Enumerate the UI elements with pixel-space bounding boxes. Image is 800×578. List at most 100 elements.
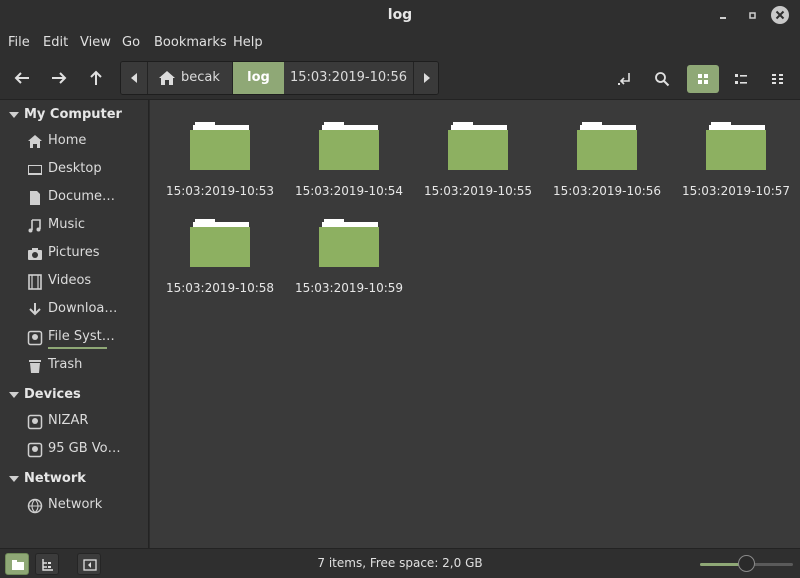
menu-bookmarks[interactable]: Bookmarks [154, 35, 227, 50]
sidebar-item-label: Trash [48, 357, 83, 372]
sidebar-item-label: File Syst… [48, 329, 115, 344]
folder-item[interactable]: 15:03:2019-10:54 [286, 106, 412, 198]
zoom-slider-handle[interactable] [738, 555, 755, 572]
sidebar-item-music[interactable]: Music [0, 212, 149, 240]
trash-icon [29, 360, 41, 373]
triangle-left-icon [131, 73, 137, 83]
film-icon [28, 274, 42, 290]
menu-view[interactable]: View [80, 35, 111, 50]
triangle-right-icon [424, 73, 430, 83]
sidebar-item-label: Network [48, 497, 103, 512]
compact-list-icon [772, 74, 783, 84]
expander-down-icon [9, 112, 19, 118]
list-view-button[interactable] [725, 65, 757, 93]
minimize-icon [720, 17, 726, 19]
folder-item[interactable]: 15:03:2019-10:56 [544, 106, 670, 198]
section-label: My Computer [24, 107, 122, 122]
path-crumb-next[interactable]: 15:03:2019-10:56 [284, 62, 413, 94]
file-view: 15:03:2019-10:53 15:03:2019-10:54 15:03:… [150, 100, 800, 548]
window-title: log [387, 7, 413, 23]
folder-item[interactable]: 15:03:2019-10:53 [157, 106, 283, 198]
title-bar: log [0, 0, 800, 31]
sidebar-item-label: 95 GB Vo… [48, 441, 121, 456]
icon-view-button[interactable] [687, 65, 719, 93]
folder-name: 15:03:2019-10:55 [423, 184, 533, 198]
sidebar-item-home[interactable]: Home [0, 128, 149, 156]
path-bar: becak log 15:03:2019-10:56 [120, 61, 439, 95]
sidebar-item-documents[interactable]: Docume… [0, 184, 149, 212]
close-icon [775, 10, 785, 20]
drive-icon [27, 330, 43, 346]
network-icon [27, 498, 43, 514]
status-bar: 7 items, Free space: 2,0 GB [0, 548, 800, 578]
section-label: Devices [24, 387, 81, 402]
compact-view-button[interactable] [762, 65, 794, 93]
sidebar-item-videos[interactable]: Videos [0, 268, 149, 296]
arrow-left-icon [14, 72, 29, 84]
minimize-button[interactable] [714, 6, 732, 24]
maximize-icon [749, 12, 756, 19]
sidebar-item-label: Home [48, 133, 87, 148]
folder-item[interactable]: 15:03:2019-10:58 [157, 203, 283, 295]
path-crumb-current[interactable]: log [233, 62, 284, 94]
forward-button[interactable] [47, 65, 71, 91]
menu-bar: File Edit View Go Bookmarks Help [0, 31, 800, 56]
folder-icon [448, 122, 508, 170]
path-scroll-right-button[interactable] [413, 62, 438, 94]
disk-usage-bar [48, 347, 107, 349]
folder-icon [190, 122, 250, 170]
menu-edit[interactable]: Edit [43, 35, 68, 50]
sidebar-section-network[interactable]: Network [0, 467, 149, 491]
sidebar-item-label: Music [48, 217, 85, 232]
folder-name: 15:03:2019-10:53 [165, 184, 275, 198]
folder-name: 15:03:2019-10:56 [552, 184, 662, 198]
music-icon [28, 219, 41, 233]
document-icon [30, 191, 40, 205]
menu-file[interactable]: File [8, 35, 30, 50]
sidebar-item-nizar[interactable]: NIZAR [0, 408, 149, 436]
sidebar: My Computer Home Desktop Docume… Music P… [0, 100, 149, 548]
close-button[interactable] [771, 6, 789, 24]
camera-icon [28, 248, 42, 260]
menu-go[interactable]: Go [122, 35, 140, 50]
section-label: Network [24, 471, 86, 486]
sidebar-section-devices[interactable]: Devices [0, 383, 149, 407]
up-button[interactable] [84, 65, 108, 91]
sidebar-item-label: Docume… [48, 189, 116, 204]
search-button[interactable] [646, 65, 678, 93]
sidebar-item-volume[interactable]: 95 GB Vo… [0, 436, 149, 464]
toggle-location-button[interactable] [609, 65, 641, 93]
folder-icon [190, 219, 250, 267]
maximize-button[interactable] [744, 6, 762, 24]
grid-icon [698, 74, 708, 84]
sidebar-item-label: Videos [48, 273, 92, 288]
folder-item[interactable]: 15:03:2019-10:59 [286, 203, 412, 295]
sidebar-item-desktop[interactable]: Desktop [0, 156, 149, 184]
download-icon [29, 303, 41, 316]
sidebar-item-trash[interactable]: Trash [0, 352, 149, 380]
path-crumb-home-label: becak [181, 70, 220, 85]
sidebar-item-label: Pictures [48, 245, 100, 260]
folder-name: 15:03:2019-10:57 [681, 184, 791, 198]
sidebar-item-file-system[interactable]: File Syst… [0, 324, 149, 352]
path-scroll-left-button[interactable] [121, 62, 148, 94]
sidebar-item-label: Downloa… [48, 301, 118, 316]
sidebar-item-pictures[interactable]: Pictures [0, 240, 149, 268]
folder-name: 15:03:2019-10:54 [294, 184, 404, 198]
arrow-up-icon [90, 70, 102, 85]
arrow-right-icon [52, 72, 67, 84]
folder-icon [319, 122, 379, 170]
folder-item[interactable]: 15:03:2019-10:57 [673, 106, 799, 198]
sidebar-section-my-computer[interactable]: My Computer [0, 103, 149, 127]
home-icon [159, 71, 175, 85]
desktop-icon [28, 165, 42, 175]
sidebar-item-downloads[interactable]: Downloa… [0, 296, 149, 324]
sidebar-item-network[interactable]: Network [0, 492, 149, 520]
back-button[interactable] [10, 65, 34, 91]
path-crumb-home[interactable]: becak [148, 62, 233, 94]
folder-icon [706, 122, 766, 170]
folder-icon [577, 122, 637, 170]
folder-item[interactable]: 15:03:2019-10:55 [415, 106, 541, 198]
list-icon [735, 74, 747, 84]
menu-help[interactable]: Help [233, 35, 263, 50]
